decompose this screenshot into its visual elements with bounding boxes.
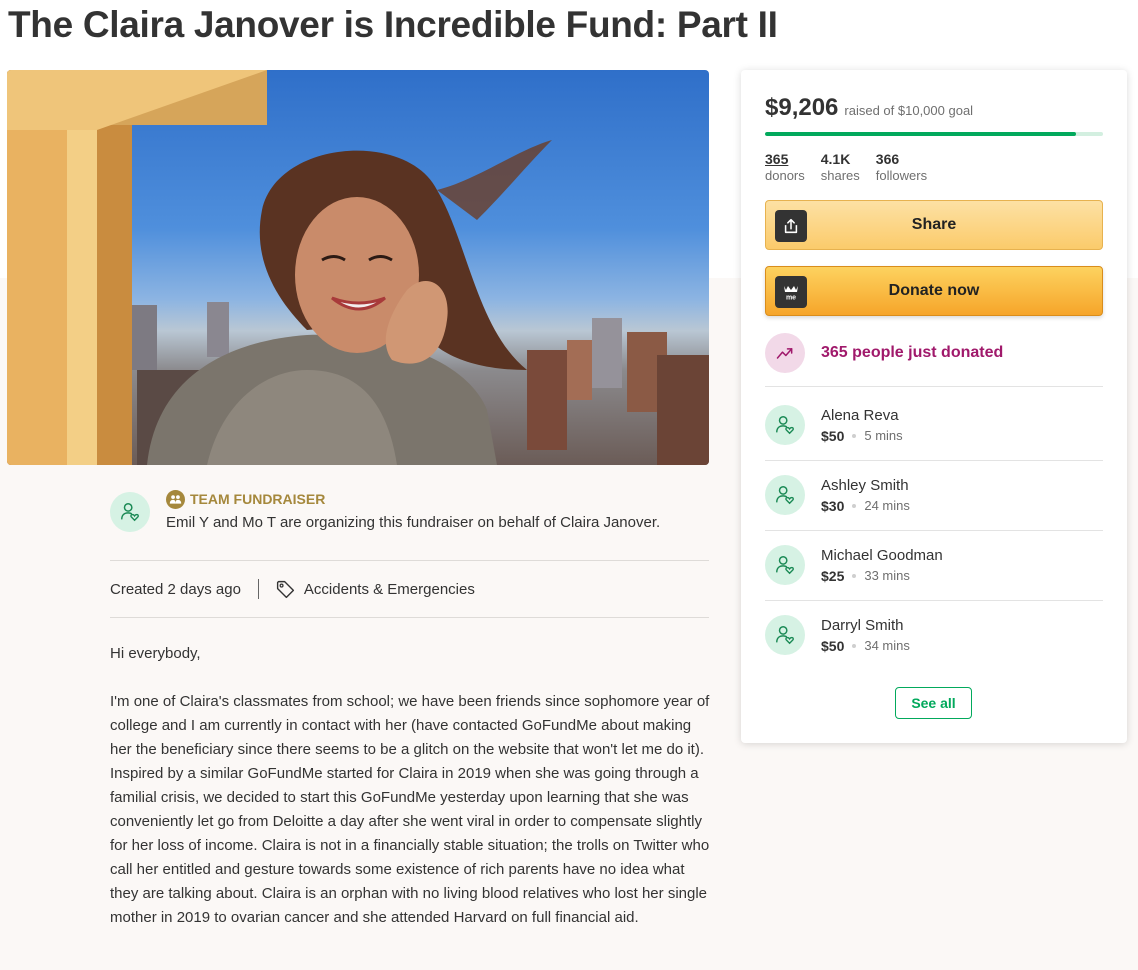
- share-button-label: Share: [911, 216, 957, 233]
- tag-icon: [275, 579, 296, 600]
- campaign-photo-illustration: [7, 70, 709, 465]
- donor-avatar: [765, 405, 805, 445]
- progress-fill: [765, 132, 1077, 136]
- raised-goal-label: raised of $10,000 goal: [844, 103, 974, 118]
- donation-amount: $50: [821, 428, 845, 444]
- stat-value: 4.1K: [820, 151, 851, 167]
- stat-followers: 366 followers: [876, 151, 927, 184]
- donor-name: Darryl Smith: [821, 617, 904, 634]
- campaign-stats: 365 donors 4.1K shares 366 followers: [765, 151, 927, 184]
- stat-label: donors: [765, 168, 805, 183]
- stat-label: shares: [820, 168, 860, 183]
- stat-donors[interactable]: 365 donors: [765, 151, 805, 184]
- donor-avatar: [765, 475, 805, 515]
- donate-button-label: Donate now: [888, 282, 980, 299]
- donate-now-button[interactable]: me Donate now: [765, 266, 1103, 316]
- progress-bar: [765, 132, 1103, 136]
- donation-amount: $30: [821, 498, 845, 514]
- team-icon: [166, 489, 185, 509]
- donor-avatar: [765, 615, 805, 655]
- see-all-button[interactable]: See all: [895, 687, 972, 719]
- donation-time: 5 mins: [864, 428, 903, 443]
- separator-dot: [852, 644, 857, 648]
- donor-item: Alena Reva $50 5 mins: [765, 390, 1103, 460]
- campaign-photo[interactable]: [7, 70, 709, 465]
- gofundme-logo-icon: me: [775, 276, 807, 308]
- stat-shares: 4.1K shares: [821, 151, 860, 184]
- person-heart-icon: [121, 503, 139, 522]
- organizer-description: Emil Y and Mo T are organizing this fund…: [166, 514, 661, 531]
- organizer-avatar: [110, 492, 150, 532]
- just-donated-text: 365 people just donated: [821, 344, 1004, 361]
- stat-value: 366: [875, 151, 900, 167]
- separator-dot: [852, 574, 857, 578]
- divider: [765, 386, 1103, 387]
- person-heart-icon: [776, 416, 794, 435]
- story-paragraph: Hi everybody,: [110, 645, 201, 662]
- donation-time: 24 mins: [864, 498, 910, 513]
- divider: [110, 617, 709, 618]
- person-heart-icon: [776, 626, 794, 645]
- donor-avatar: [765, 545, 805, 585]
- stat-label: followers: [875, 168, 928, 183]
- stat-value[interactable]: 365: [765, 151, 805, 168]
- donor-name: Alena Reva: [821, 407, 899, 424]
- separator-dot: [852, 504, 857, 508]
- share-button[interactable]: Share: [765, 200, 1103, 250]
- donor-item: Ashley Smith $30 24 mins: [765, 460, 1103, 530]
- donor-name: Michael Goodman: [821, 547, 943, 564]
- category-link[interactable]: Accidents & Emergencies: [304, 581, 475, 598]
- donation-amount: $50: [821, 638, 845, 654]
- donation-time: 34 mins: [864, 638, 910, 653]
- raised-amount: $9,206: [765, 94, 839, 121]
- donation-time: 33 mins: [864, 568, 910, 583]
- person-heart-icon: [776, 556, 794, 575]
- donation-card: $9,206 raised of $10,000 goal 365 donors…: [741, 70, 1127, 743]
- created-date: Created 2 days ago: [110, 580, 241, 598]
- trending-up-icon: [765, 333, 805, 373]
- donation-amount: $25: [821, 568, 845, 584]
- story-paragraph: I'm one of Claira's classmates from scho…: [110, 693, 710, 926]
- recent-donations-summary: 365 people just donated: [765, 333, 1003, 373]
- team-fundraiser-label: TEAM FUNDRAISER: [190, 491, 326, 507]
- donor-name: Ashley Smith: [821, 477, 909, 494]
- campaign-story: Hi everybody, I'm one of Claira's classm…: [110, 642, 710, 954]
- divider: [110, 560, 709, 561]
- svg-text:me: me: [786, 295, 796, 302]
- separator-dot: [852, 434, 857, 438]
- page-title: The Claira Janover is Incredible Fund: P…: [8, 4, 778, 45]
- donor-item: Michael Goodman $25 33 mins: [765, 530, 1103, 600]
- team-fundraiser-badge: TEAM FUNDRAISER: [166, 489, 325, 509]
- meta-separator: [257, 579, 259, 599]
- amount-raised: $9,206 raised of $10,000 goal: [765, 94, 973, 122]
- share-upload-icon: [775, 210, 807, 242]
- donor-item: Darryl Smith $50 34 mins: [765, 600, 1103, 670]
- campaign-meta: Created 2 days ago Accidents & Emergenci…: [110, 578, 475, 600]
- person-heart-icon: [776, 486, 794, 505]
